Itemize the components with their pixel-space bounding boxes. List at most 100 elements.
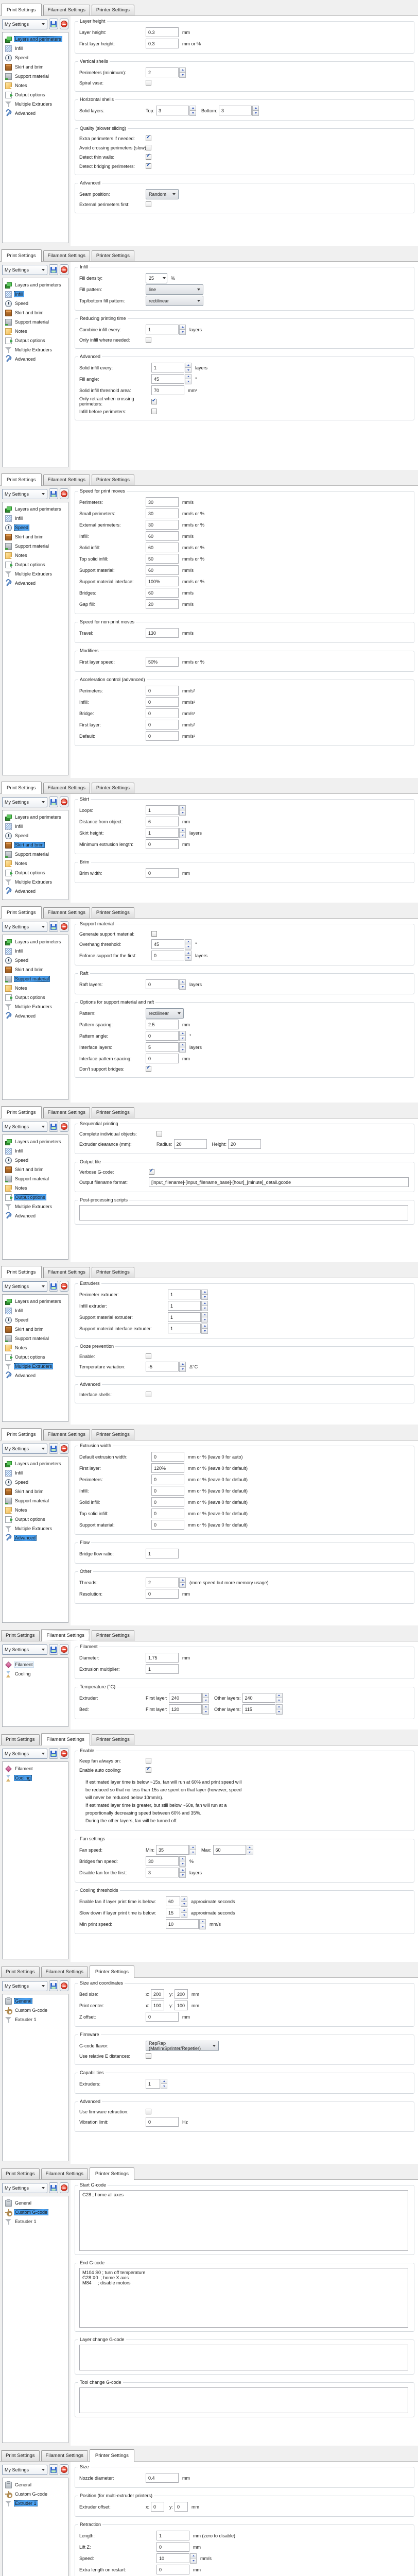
tab-filament-settings[interactable]: Filament Settings — [43, 1107, 90, 1118]
preset-select[interactable]: My Settings — [2, 1645, 47, 1655]
sidebar-item-general[interactable]: General — [4, 2198, 67, 2208]
perimeters-input[interactable]: 30 — [146, 497, 179, 507]
tab-print-settings[interactable]: Print Settings — [1, 1266, 42, 1278]
sidebar-item-support-material[interactable]: Support material — [4, 1334, 67, 1343]
sidebar-item-infill[interactable]: Infill — [4, 1306, 67, 1315]
extruder-other-layers-input[interactable]: 240 — [242, 1693, 275, 1703]
sidebar-item-infill[interactable]: Infill — [4, 822, 67, 831]
sidebar-item-speed[interactable]: Speed — [4, 299, 67, 308]
extrusion-multiplier-input[interactable]: 1 — [146, 1664, 179, 1674]
tab-printer-settings[interactable]: Printer Settings — [92, 907, 134, 918]
sidebar-item-advanced[interactable]: Advanced — [4, 1371, 67, 1380]
generate-support-material-checkbox[interactable] — [151, 931, 157, 937]
sidebar-item-layers-and-perimeters[interactable]: Layers and perimeters — [4, 1297, 67, 1306]
bridges-fan-speed-input[interactable]: 30 — [146, 1856, 179, 1866]
tab-printer-settings[interactable]: Printer Settings — [90, 2167, 134, 2180]
only-retract-when-crossing-perimeters-checkbox[interactable] — [151, 399, 157, 404]
bed-other-layers-input[interactable]: 115 — [242, 1704, 275, 1714]
print-center-y-input[interactable]: 100 — [175, 2001, 188, 2010]
spin-down-button[interactable] — [179, 810, 186, 816]
sidebar-item-speed[interactable]: Speed — [4, 53, 67, 62]
sidebar-item-extruder-1[interactable]: Extruder 1 — [4, 2217, 67, 2226]
sidebar-item-filament[interactable]: Filament — [4, 1764, 67, 1773]
bed-first-layer-input[interactable]: 120 — [169, 1704, 202, 1714]
top-solid-infill-input[interactable]: 0 — [151, 1509, 184, 1518]
save-preset-button[interactable] — [49, 1644, 58, 1655]
delete-preset-button[interactable] — [60, 1980, 68, 1991]
fill-density-select[interactable]: 25 — [146, 273, 167, 283]
tab-filament-settings[interactable]: Filament Settings — [43, 1429, 90, 1440]
spin-down-button[interactable] — [181, 1912, 187, 1918]
sidebar-item-output-options[interactable]: Output options — [4, 868, 67, 877]
sidebar-item-output-options[interactable]: Output options — [4, 560, 67, 569]
delete-preset-button[interactable] — [60, 1443, 68, 1454]
tab-print-settings[interactable]: Print Settings — [1, 906, 42, 919]
delete-preset-button[interactable] — [60, 796, 68, 807]
sidebar-item-skirt-and-brim[interactable]: Skirt and brim — [4, 840, 67, 850]
tab-print-settings[interactable]: Print Settings — [1, 249, 42, 262]
delete-preset-button[interactable] — [60, 1281, 68, 1292]
interface-shells-checkbox[interactable] — [146, 1392, 151, 1397]
tab-printer-settings[interactable]: Printer Settings — [92, 250, 134, 261]
layer-height-input[interactable]: 0.3 — [146, 27, 179, 37]
solid-layers-bottom-input[interactable]: 3 — [219, 106, 252, 115]
first-layer-input[interactable]: 0 — [146, 720, 179, 730]
use-relative-e-distances-checkbox[interactable] — [146, 2053, 151, 2059]
extra-length-on-restart-input[interactable]: 0 — [156, 2565, 189, 2574]
spin-down-button[interactable] — [179, 1036, 186, 1041]
sidebar-item-speed[interactable]: Speed — [4, 523, 67, 532]
threads-input[interactable]: 2 — [146, 1578, 179, 1587]
infill-input[interactable]: 0 — [146, 697, 179, 707]
sidebar-item-skirt-and-brim[interactable]: Skirt and brim — [4, 1325, 67, 1334]
complete-individual-objects-checkbox[interactable] — [156, 1131, 162, 1137]
preset-select[interactable]: My Settings — [2, 797, 47, 807]
pattern-select[interactable]: rectilinear — [146, 1008, 184, 1019]
keep-fan-always-on-checkbox[interactable] — [146, 1758, 151, 1764]
diameter-input[interactable]: 1.75 — [146, 1653, 179, 1663]
spin-down-button[interactable] — [247, 1850, 253, 1855]
perimeters-input[interactable]: 0 — [151, 1475, 184, 1484]
sidebar-item-extruder-1[interactable]: Extruder 1 — [4, 2499, 67, 2508]
support-material-input[interactable]: 60 — [146, 565, 179, 575]
sidebar-item-general[interactable]: General — [4, 2480, 67, 2489]
tab-filament-settings[interactable]: Filament Settings — [41, 1629, 90, 1641]
sidebar-item-general[interactable]: General — [4, 1996, 67, 2006]
support-material-input[interactable]: 0 — [151, 1520, 184, 1530]
delete-preset-button[interactable] — [60, 264, 68, 275]
spin-down-button[interactable] — [181, 1901, 187, 1907]
length-input[interactable]: 1 — [156, 2531, 189, 2540]
save-preset-button[interactable] — [49, 1443, 58, 1454]
pattern-spacing-input[interactable]: 2.5 — [146, 1020, 179, 1029]
sidebar-item-layers-and-perimeters[interactable]: Layers and perimeters — [4, 812, 67, 822]
fan-speed-min-input[interactable]: 35 — [156, 1845, 189, 1855]
overhang-threshold-input[interactable]: 45 — [151, 939, 184, 949]
first-layer-speed-input[interactable]: 50% — [146, 657, 179, 667]
sidebar-item-speed[interactable]: Speed — [4, 831, 67, 840]
tab-print-settings[interactable]: Print Settings — [1, 2450, 40, 2461]
default-input[interactable]: 0 — [146, 731, 179, 741]
tab-print-settings[interactable]: Print Settings — [1, 1106, 42, 1118]
save-preset-button[interactable] — [49, 1748, 58, 1759]
spin-down-button[interactable] — [179, 72, 186, 78]
bridges-input[interactable]: 60 — [146, 588, 179, 598]
sidebar-item-notes[interactable]: Notes — [4, 551, 67, 560]
only-infill-where-needed-checkbox[interactable] — [146, 337, 151, 343]
sidebar-item-skirt-and-brim[interactable]: Skirt and brim — [4, 62, 67, 72]
spin-down-button[interactable] — [185, 944, 191, 950]
perimeters-input[interactable]: 0 — [146, 686, 179, 696]
sidebar-item-support-material[interactable]: Support material — [4, 850, 67, 859]
infill-before-perimeters-checkbox[interactable] — [151, 409, 157, 414]
start-g-code-textarea[interactable]: G28 ; home all axes — [79, 2190, 408, 2251]
sidebar-item-layers-and-perimeters[interactable]: Layers and perimeters — [4, 937, 67, 946]
sidebar-item-notes[interactable]: Notes — [4, 1505, 67, 1515]
sidebar-item-multiple-extruders[interactable]: Multiple Extruders — [4, 1202, 67, 1211]
preset-select[interactable]: My Settings — [2, 1444, 47, 1454]
sidebar-item-notes[interactable]: Notes — [4, 1183, 67, 1193]
sidebar-item-custom-g-code[interactable]: Custom G-code — [4, 2489, 67, 2499]
spin-down-button[interactable] — [179, 984, 186, 990]
minimum-extrusion-length-input[interactable]: 0 — [146, 839, 179, 849]
sidebar-item-output-options[interactable]: Output options — [4, 1193, 67, 1202]
spin-down-button[interactable] — [179, 1861, 186, 1867]
sidebar-item-multiple-extruders[interactable]: Multiple Extruders — [4, 877, 67, 887]
sidebar-item-advanced[interactable]: Advanced — [4, 579, 67, 588]
